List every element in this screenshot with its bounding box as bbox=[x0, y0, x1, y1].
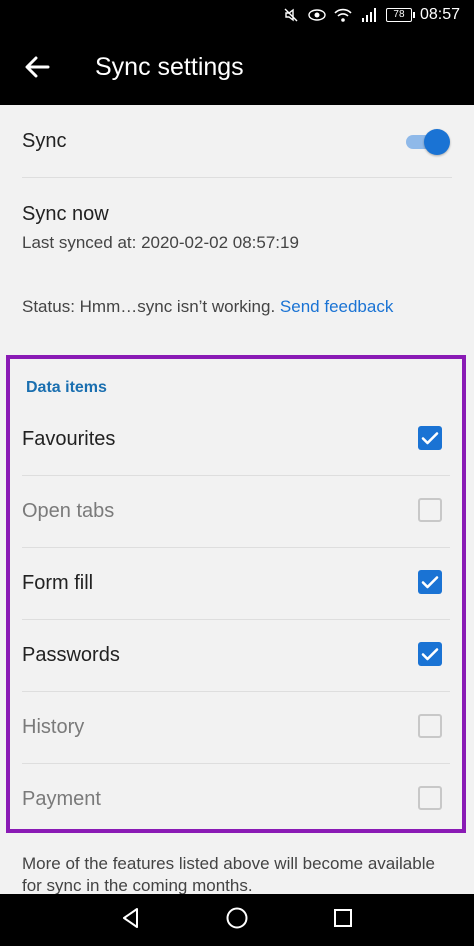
sync-toggle[interactable] bbox=[406, 129, 450, 155]
signal-icon bbox=[360, 6, 378, 24]
sync-status: Status: Hmm…sync isn’t working. Send fee… bbox=[22, 297, 393, 317]
toggle-thumb bbox=[424, 129, 450, 155]
data-item-label: History bbox=[22, 716, 85, 738]
status-text: Status: Hmm…sync isn’t working. bbox=[22, 297, 276, 316]
navigation-bar bbox=[0, 894, 474, 946]
nav-back-button[interactable] bbox=[118, 907, 144, 933]
data-item-open-tabs[interactable]: Open tabs bbox=[10, 476, 462, 548]
data-item-form-fill[interactable]: Form fill bbox=[10, 548, 462, 620]
history-checkbox[interactable] bbox=[418, 714, 442, 738]
data-item-label: Favourites bbox=[22, 428, 116, 450]
passwords-checkbox[interactable] bbox=[418, 642, 442, 666]
data-item-label: Passwords bbox=[22, 644, 120, 666]
sync-now-row[interactable]: Sync now Last synced at: 2020-02-02 08:5… bbox=[0, 177, 474, 277]
arrow-left-icon bbox=[24, 56, 50, 83]
data-item-history[interactable]: History bbox=[10, 692, 462, 764]
open-tabs-checkbox[interactable] bbox=[418, 498, 442, 522]
data-item-label: Payment bbox=[22, 788, 101, 810]
favourites-checkbox[interactable] bbox=[418, 426, 442, 450]
settings-list: Sync Sync now Last synced at: 2020-02-02… bbox=[0, 105, 474, 895]
back-triangle-icon bbox=[120, 907, 142, 934]
data-items-heading: Data items bbox=[26, 379, 107, 396]
data-item-payment[interactable]: Payment bbox=[10, 764, 462, 836]
sync-now-label: Sync now bbox=[22, 203, 109, 225]
payment-checkbox[interactable] bbox=[418, 786, 442, 810]
eye-icon bbox=[308, 6, 326, 24]
data-item-label: Open tabs bbox=[22, 500, 115, 522]
sync-label: Sync bbox=[22, 130, 67, 152]
last-synced-text: Last synced at: 2020-02-02 08:57:19 bbox=[22, 233, 299, 252]
footnote-text: More of the features listed above will b… bbox=[22, 854, 435, 895]
mute-icon bbox=[282, 6, 300, 24]
battery-indicator: 78 bbox=[385, 8, 415, 22]
data-item-label: Form fill bbox=[22, 572, 94, 594]
clock: 08:57 bbox=[419, 6, 460, 23]
data-items-section: Data items Favourites Open tabs Form fil… bbox=[6, 355, 466, 833]
nav-home-button[interactable] bbox=[224, 907, 250, 933]
recents-square-icon bbox=[332, 907, 354, 934]
status-icons: 78 08:57 bbox=[282, 6, 460, 24]
sync-toggle-row[interactable]: Sync bbox=[0, 105, 474, 177]
wifi-icon bbox=[334, 6, 352, 24]
status-bar: 78 08:57 bbox=[0, 0, 474, 32]
send-feedback-link[interactable]: Send feedback bbox=[280, 297, 393, 316]
back-button[interactable] bbox=[20, 52, 54, 86]
data-item-passwords[interactable]: Passwords bbox=[10, 620, 462, 692]
form-fill-checkbox[interactable] bbox=[418, 570, 442, 594]
page-title: Sync settings bbox=[95, 53, 244, 81]
app-bar: Sync settings bbox=[0, 32, 474, 105]
data-item-favourites[interactable]: Favourites bbox=[10, 404, 462, 476]
nav-recents-button[interactable] bbox=[330, 907, 356, 933]
home-circle-icon bbox=[225, 906, 249, 935]
